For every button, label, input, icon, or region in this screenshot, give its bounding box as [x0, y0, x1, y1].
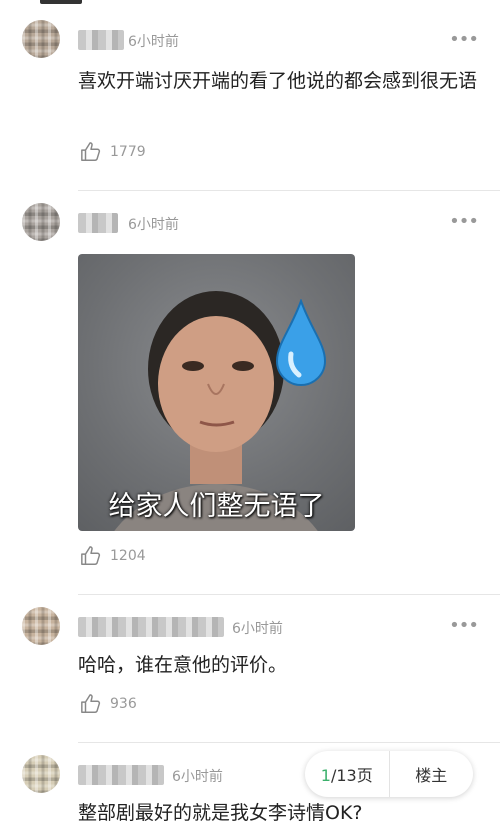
like-count: 936 [110, 696, 137, 712]
like-count: 1779 [110, 144, 146, 160]
sweat-drop-icon [275, 299, 327, 386]
like-button[interactable]: 1204 [80, 545, 146, 567]
username-blurred[interactable] [78, 30, 124, 50]
current-page: 1 [320, 766, 331, 785]
page-total: /13页 [330, 766, 373, 785]
comment-text: 喜欢开端讨厌开端的看了他说的都会感到很无语 [78, 70, 478, 92]
divider [78, 190, 500, 191]
page-select-button[interactable]: 1/13页 [305, 762, 389, 786]
like-count: 1204 [110, 548, 146, 564]
username-blurred[interactable] [78, 213, 118, 233]
more-options-icon[interactable]: ••• [449, 615, 479, 636]
thumbs-up-icon [81, 694, 101, 713]
username-blurred[interactable] [78, 765, 164, 785]
like-button[interactable]: 936 [80, 693, 137, 715]
comment-time: 6小时前 [128, 34, 179, 50]
thumbs-up-icon [81, 546, 101, 565]
op-only-button[interactable]: 楼主 [390, 762, 474, 786]
more-options-icon[interactable]: ••• [449, 29, 479, 50]
divider [78, 742, 500, 743]
comment-time: 6小时前 [232, 621, 283, 637]
avatar[interactable] [22, 20, 60, 58]
avatar[interactable] [22, 203, 60, 241]
comment-time: 6小时前 [128, 217, 179, 233]
username-blurred[interactable] [78, 617, 224, 637]
avatar[interactable] [22, 607, 60, 645]
meme-caption: 给家人们整无语了 [108, 491, 325, 522]
avatar[interactable] [22, 755, 60, 793]
comment-text: 整部剧最好的就是我女李诗情OK? [78, 802, 363, 824]
like-button[interactable]: 1779 [80, 141, 146, 163]
more-options-icon[interactable]: ••• [449, 211, 479, 232]
top-indicator [40, 0, 82, 4]
thumbs-up-icon [81, 142, 101, 161]
page-navigator: 1/13页 楼主 [305, 751, 473, 797]
comment-time: 6小时前 [172, 769, 223, 785]
divider [78, 594, 500, 595]
comment-text: 哈哈，谁在意他的评价。 [78, 654, 288, 676]
meme-image[interactable]: 给家人们整无语了 [78, 254, 355, 531]
